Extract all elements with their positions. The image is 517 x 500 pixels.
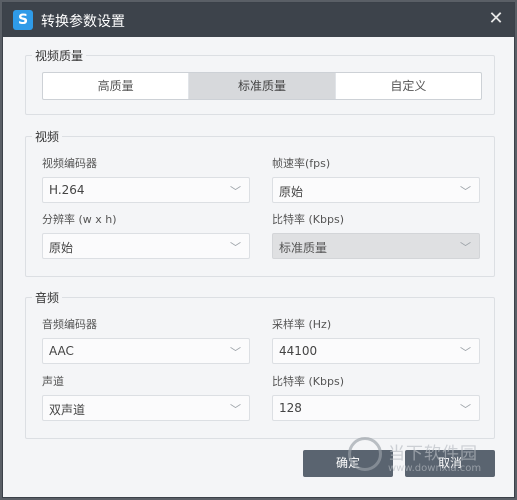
samplerate-select[interactable]: 44100 ﹀ — [272, 338, 480, 364]
channel-label: 声道 — [42, 375, 64, 388]
channel-value: 双声道 — [49, 403, 86, 417]
watermark-logo-icon — [348, 437, 382, 471]
video-encoder-value: H.264 — [49, 183, 85, 197]
resolution-select[interactable]: 原始 ﹀ — [42, 233, 250, 259]
chevron-down-icon: ﹀ — [460, 185, 471, 198]
watermark-url: www.downxia.com — [388, 463, 482, 474]
audio-bitrate-value: 128 — [279, 401, 302, 415]
title-bar: S 转换参数设置 ✕ — [3, 3, 514, 37]
samplerate-label: 采样率 (Hz) — [272, 318, 332, 331]
chevron-down-icon: ﹀ — [230, 185, 241, 198]
chevron-down-icon: ﹀ — [230, 403, 241, 416]
video-bitrate-label: 比特率 (Kbps) — [272, 213, 344, 226]
watermark-text: 当下软件园 — [388, 444, 478, 464]
framerate-value: 原始 — [279, 185, 304, 199]
resolution-value: 原始 — [49, 241, 74, 255]
framerate-select[interactable]: 原始 ﹀ — [272, 177, 480, 203]
video-bitrate-select: 标准质量 ﹀ — [272, 233, 480, 259]
chevron-down-icon: ﹀ — [230, 241, 241, 254]
audio-group-title: 音频 — [32, 289, 63, 306]
chevron-down-icon: ﹀ — [460, 346, 471, 359]
chevron-down-icon: ﹀ — [460, 241, 471, 254]
quality-custom-button[interactable]: 自定义 — [336, 73, 481, 99]
video-encoder-label: 视频编码器 — [42, 157, 97, 170]
channel-select[interactable]: 双声道 ﹀ — [42, 395, 250, 421]
app-logo-icon: S — [13, 10, 33, 30]
close-icon[interactable]: ✕ — [486, 9, 506, 29]
audio-encoder-label: 音频编码器 — [42, 318, 97, 331]
audio-bitrate-label: 比特率 (Kbps) — [272, 375, 344, 388]
audio-bitrate-select[interactable]: 128 ﹀ — [272, 395, 480, 421]
framerate-label: 帧速率(fps) — [272, 157, 331, 170]
video-group: 视频 视频编码器 H.264 ﹀ 帧速率(fps) 原始 ﹀ 分辨率 (w x … — [25, 128, 495, 277]
video-quality-segmented-control: 高质量 标准质量 自定义 — [42, 72, 482, 100]
samplerate-value: 44100 — [279, 344, 318, 358]
conversion-settings-dialog: S 转换参数设置 ✕ 视频质量 高质量 标准质量 自定义 视频 视频编码器 H.… — [2, 2, 515, 498]
quality-high-button[interactable]: 高质量 — [43, 73, 190, 99]
dialog-title: 转换参数设置 — [41, 14, 125, 30]
video-quality-group: 视频质量 高质量 标准质量 自定义 — [25, 47, 495, 115]
audio-encoder-value: AAC — [49, 344, 74, 358]
audio-group: 音频 音频编码器 AAC ﹀ 采样率 (Hz) 44100 ﹀ 声道 双声道 ﹀… — [25, 289, 495, 439]
quality-standard-button[interactable]: 标准质量 — [189, 73, 336, 99]
video-encoder-select[interactable]: H.264 ﹀ — [42, 177, 250, 203]
video-quality-group-title: 视频质量 — [32, 47, 87, 64]
watermark: 当下软件园 www.downxia.com — [348, 435, 508, 495]
resolution-label: 分辨率 (w x h) — [42, 213, 117, 226]
audio-encoder-select[interactable]: AAC ﹀ — [42, 338, 250, 364]
chevron-down-icon: ﹀ — [230, 346, 241, 359]
video-group-title: 视频 — [32, 128, 63, 145]
chevron-down-icon: ﹀ — [460, 403, 471, 416]
video-bitrate-value: 标准质量 — [279, 241, 328, 255]
